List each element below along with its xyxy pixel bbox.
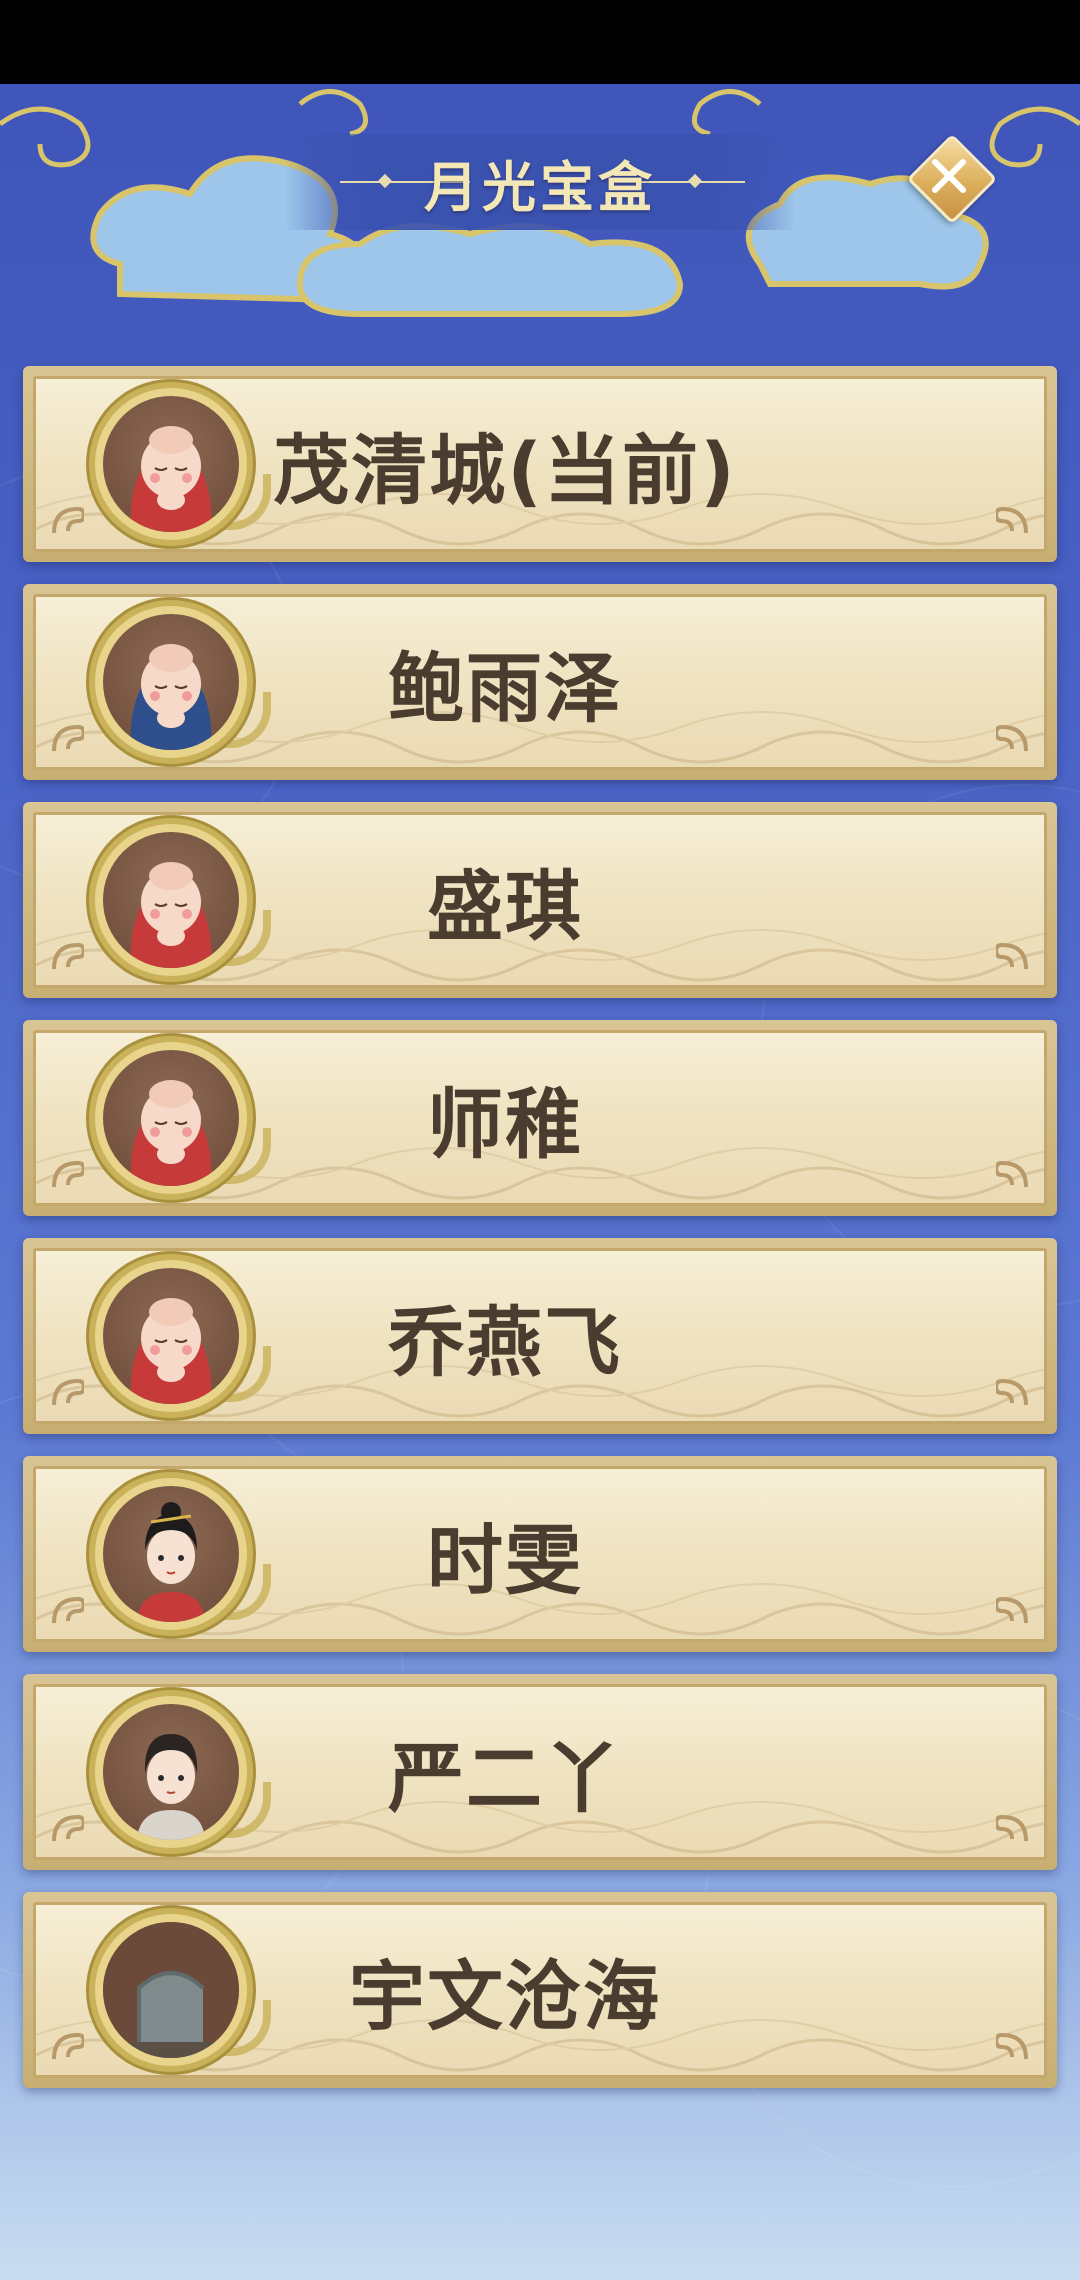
- character-name: 师稚: [427, 1080, 583, 1169]
- save-slot[interactable]: 乔燕飞: [23, 1238, 1057, 1434]
- save-slot[interactable]: 时雯: [23, 1456, 1057, 1652]
- character-name: 乔燕飞: [388, 1298, 622, 1387]
- character-name: 茂清城(当前): [273, 426, 737, 515]
- page-title: 月光宝盒: [424, 155, 656, 219]
- save-slot[interactable]: 宇文沧海: [23, 1892, 1057, 2088]
- close-icon: [932, 159, 966, 193]
- save-list: 茂清城(当前) 鲍雨泽盛琪师稚乔燕飞时雯严二丫宇文沧海: [23, 366, 1057, 2110]
- character-name: 严二丫: [388, 1734, 622, 1823]
- save-slot[interactable]: 茂清城(当前): [23, 366, 1057, 562]
- character-name: 宇文沧海: [349, 1952, 661, 2041]
- save-slot[interactable]: 盛琪: [23, 802, 1057, 998]
- close-button[interactable]: [906, 133, 998, 225]
- title-banner: 月光宝盒: [230, 134, 850, 230]
- save-slot[interactable]: 师稚: [23, 1020, 1057, 1216]
- character-name: 盛琪: [427, 862, 583, 951]
- character-name: 时雯: [427, 1516, 583, 1605]
- character-name: 鲍雨泽: [388, 644, 622, 733]
- status-bar: [0, 0, 1080, 84]
- save-slot[interactable]: 鲍雨泽: [23, 584, 1057, 780]
- save-slot[interactable]: 严二丫: [23, 1674, 1057, 1870]
